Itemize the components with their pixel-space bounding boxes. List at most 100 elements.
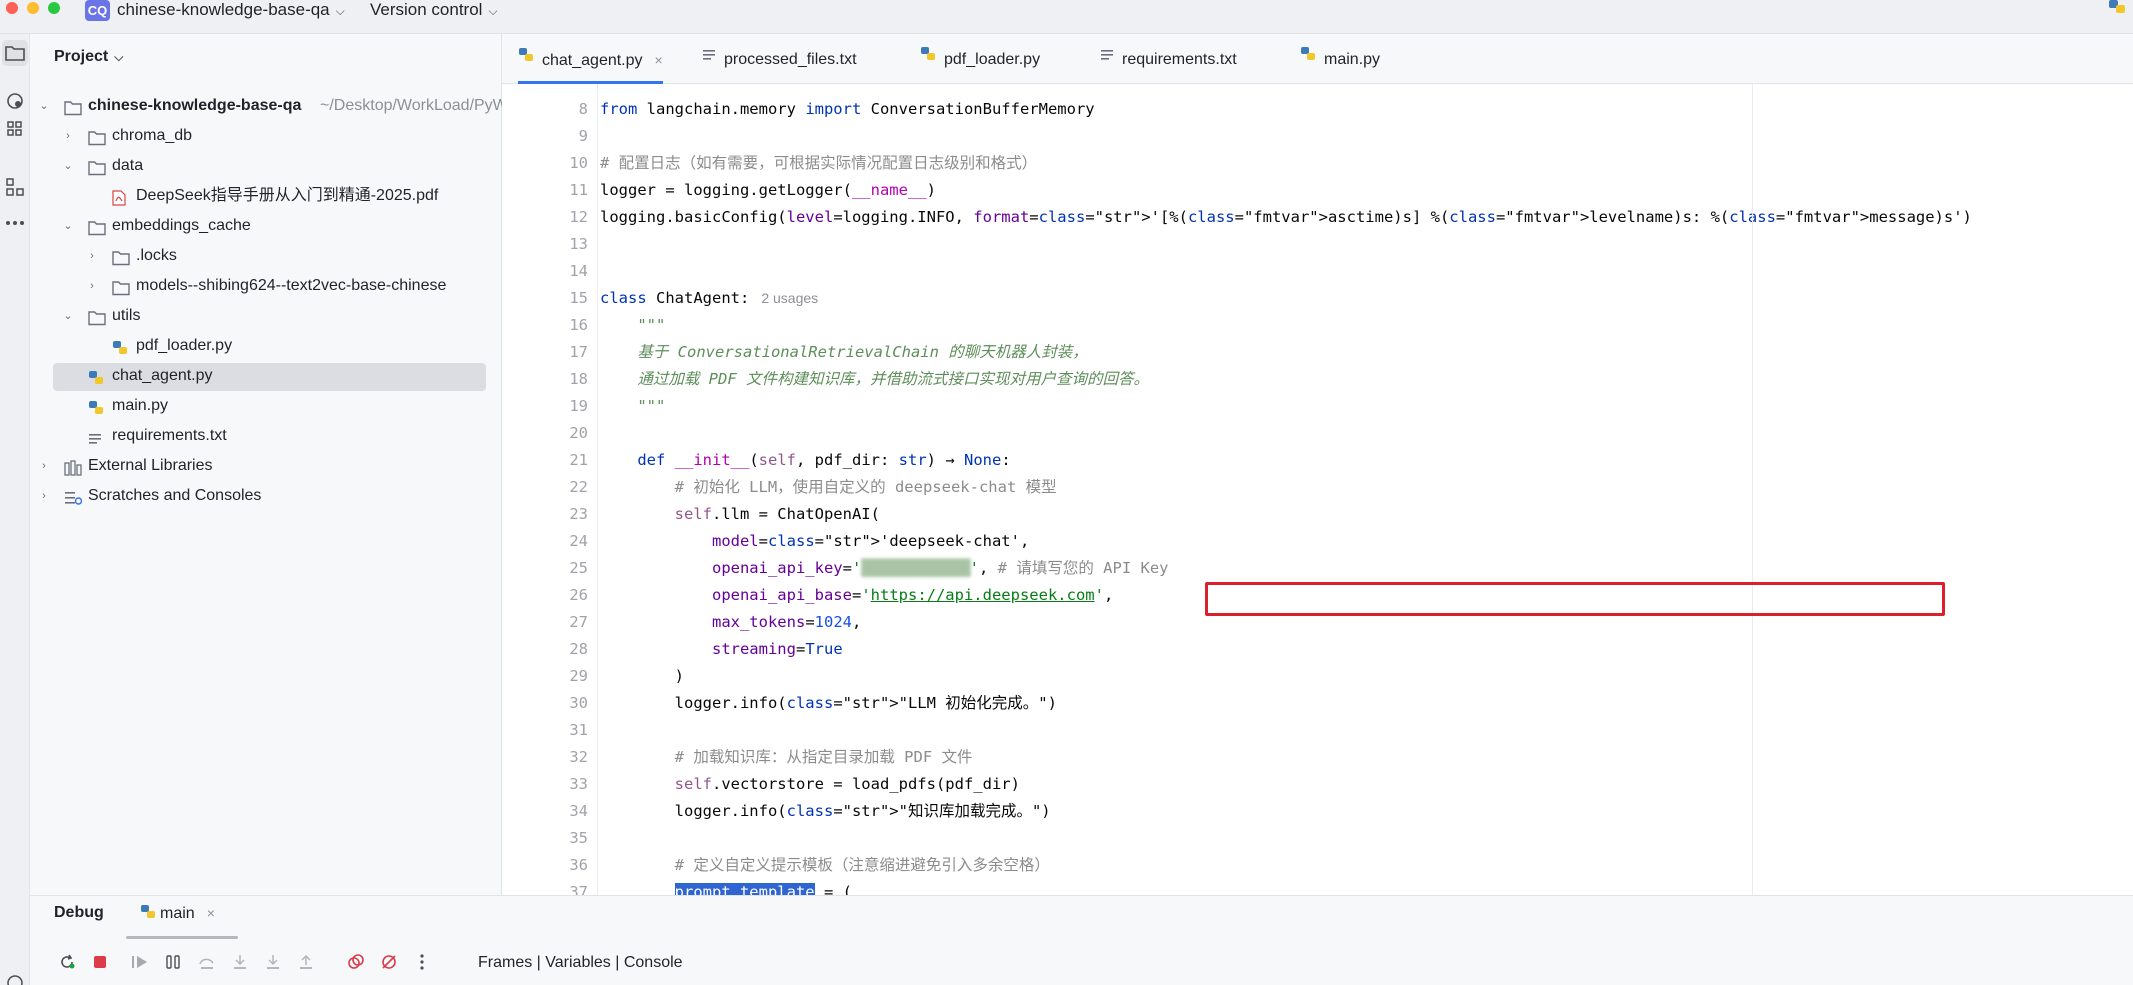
chevron-right-icon[interactable]: ›	[85, 242, 99, 270]
tree-item[interactable]: DeepSeek指导手册从入门到精通-2025.pdf	[30, 182, 502, 210]
code-line[interactable]: 8 from langchain.memory import Conversati…	[502, 96, 2133, 123]
resume-icon[interactable]	[129, 951, 151, 973]
code-line[interactable]: 33 self.vectorstore = load_pdfs(pdf_dir)	[502, 771, 2133, 798]
code-line[interactable]: 34 logger.info(class="str">"知识库加载完成。")	[502, 798, 2133, 825]
code-line[interactable]: 22 # 初始化 LLM，使用自定义的 deepseek-chat 模型	[502, 474, 2133, 501]
debug-tab-close-icon[interactable]: ×	[207, 905, 215, 921]
code-line[interactable]: 15 class ChatAgent: 2 usages	[502, 285, 2133, 312]
close-window-button[interactable]	[6, 2, 18, 14]
folder-icon	[64, 98, 82, 116]
tool-window-bar	[0, 34, 30, 985]
code-text: streaming=True	[711, 640, 843, 658]
tree-item[interactable]: requirements.txt	[30, 422, 502, 450]
stop-icon[interactable]	[89, 951, 111, 973]
debug-tab-main[interactable]: main ×	[140, 902, 215, 935]
code-line[interactable]: 23 self.llm = ChatOpenAI(	[502, 501, 2133, 528]
project-panel: Project ⌵ ⌄ chinese-knowledge-base-qa ~/Des…	[30, 34, 508, 895]
code-line[interactable]: 32 # 加载知识库：从指定目录加载 PDF 文件	[502, 744, 2133, 771]
tree-item-label: Scratches and Consoles	[88, 487, 262, 504]
code-text: 通过加载 PDF 文件构建知识库，并借助流式接口实现对用户查询的回答。	[600, 370, 1149, 388]
code-line[interactable]: 13	[502, 231, 2133, 258]
rerun-icon[interactable]	[56, 951, 78, 973]
code-line[interactable]: 18 通过加载 PDF 文件构建知识库，并借助流式接口实现对用户查询的回答。	[502, 366, 2133, 393]
project-panel-header[interactable]: Project ⌵	[54, 48, 123, 66]
chevron-down-icon[interactable]: ⌄	[61, 212, 75, 240]
python-packages-icon[interactable]	[2, 88, 28, 114]
usages-inlay-hint[interactable]: 2 usages	[761, 290, 818, 306]
folder-icon	[88, 158, 106, 176]
chevron-right-icon[interactable]: ›	[37, 452, 51, 480]
code-text: self.llm = ChatOpenAI(	[674, 505, 880, 523]
minimize-window-button[interactable]	[27, 2, 39, 14]
force-step-into-icon[interactable]	[262, 951, 284, 973]
tree-item[interactable]: chat_agent.py	[30, 362, 502, 391]
chevron-down-icon[interactable]: ⌄	[61, 152, 75, 180]
tree-item[interactable]: ⌄ embeddings_cache	[30, 212, 502, 240]
code-line[interactable]: 17 基于 ConversationalRetrievalChain 的聊天机器…	[502, 339, 2133, 366]
code-line[interactable]: 30 logger.info(class="str">"LLM 初始化完成。")	[502, 690, 2133, 717]
code-line[interactable]: 31	[502, 717, 2133, 744]
code-line[interactable]: 25 openai_api_key='█████████████', # 请填写…	[502, 555, 2133, 582]
code-line[interactable]: 35	[502, 825, 2133, 852]
code-line[interactable]: 37 prompt_template = (	[502, 879, 2133, 895]
python-icon	[141, 905, 155, 919]
code-text: class ChatAgent: 2 usages	[600, 289, 819, 307]
chevron-right-icon[interactable]: ›	[37, 482, 51, 510]
mute-breakpoints-icon[interactable]	[378, 951, 400, 973]
step-over-icon[interactable]	[196, 951, 218, 973]
code-line[interactable]: 28 streaming=True	[502, 636, 2133, 663]
chevron-right-icon[interactable]: ›	[61, 122, 75, 150]
code-line[interactable]: 24 model=class="str">'deepseek-chat',	[502, 528, 2133, 555]
text-file-icon	[88, 428, 106, 444]
tree-item-label: requirements.txt	[112, 427, 227, 444]
tree-item[interactable]: ⌄ utils	[30, 302, 502, 330]
code-line[interactable]: 20	[502, 420, 2133, 447]
more-tools-icon[interactable]	[2, 116, 28, 142]
python-file-icon	[88, 368, 106, 384]
tree-item-label: chroma_db	[112, 127, 193, 144]
chevron-right-icon[interactable]: ›	[85, 272, 99, 300]
tree-item[interactable]: › External Libraries	[30, 452, 502, 480]
more-options-icon[interactable]	[2, 210, 28, 236]
code-text: # 配置日志（如有需要，可根据实际情况配置日志级别和格式）	[600, 154, 1038, 172]
debug-views-switcher[interactable]: Frames | Variables | Console	[478, 954, 683, 972]
notifications-icon[interactable]	[2, 970, 28, 985]
code-line[interactable]: 9	[502, 123, 2133, 150]
tree-item[interactable]: › models--shibing624--text2vec-base-chine…	[30, 272, 502, 300]
project-badge[interactable]: CQ	[85, 0, 110, 21]
structure-icon[interactable]	[2, 174, 28, 200]
more-debug-options-icon[interactable]	[411, 951, 433, 973]
tree-item[interactable]: ⌄ chinese-knowledge-base-qa ~/Desktop/Work…	[30, 92, 508, 120]
zoom-window-button[interactable]	[48, 2, 60, 14]
tree-item[interactable]: main.py	[30, 392, 502, 420]
code-line[interactable]: 12 logging.basicConfig(level=logging.INFO…	[502, 204, 2133, 231]
pause-icon[interactable]	[162, 951, 184, 973]
code-line[interactable]: 10 # 配置日志（如有需要，可根据实际情况配置日志级别和格式）	[502, 150, 2133, 177]
step-into-icon[interactable]	[229, 951, 251, 973]
tree-item[interactable]: pdf_loader.py	[30, 332, 502, 360]
code-line[interactable]: 11 logger = logging.getLogger(__name__)	[502, 177, 2133, 204]
tree-item[interactable]: › Scratches and Consoles	[30, 482, 502, 510]
tree-item-label: chat_agent.py	[112, 367, 213, 384]
code-line[interactable]: 19 """	[502, 393, 2133, 420]
tree-item[interactable]: › .locks	[30, 242, 502, 270]
code-line[interactable]: 16 """	[502, 312, 2133, 339]
pdf-file-icon	[112, 188, 130, 206]
python-file-icon	[88, 398, 106, 414]
chevron-down-icon[interactable]: ⌄	[61, 302, 75, 330]
project-folder-icon[interactable]	[2, 40, 28, 66]
tree-item-label: pdf_loader.py	[136, 337, 233, 354]
project-switcher[interactable]: chinese-knowledge-base-qa ⌵	[117, 0, 345, 21]
code-text: 基于 ConversationalRetrievalChain 的聊天机器人封装…	[600, 343, 1088, 361]
code-area[interactable]: 8 from langchain.memory import Conversati…	[502, 34, 2133, 895]
code-line[interactable]: 21 def __init__(self, pdf_dir: str) → No…	[502, 447, 2133, 474]
chevron-down-icon[interactable]: ⌄	[37, 92, 51, 120]
tree-item[interactable]: ⌄ data	[30, 152, 502, 180]
step-out-icon[interactable]	[295, 951, 317, 973]
view-breakpoints-icon[interactable]	[345, 951, 367, 973]
version-control-menu[interactable]: Version control ⌵	[370, 0, 498, 21]
code-line[interactable]: 29 )	[502, 663, 2133, 690]
code-line[interactable]: 36 # 定义自定义提示模板（注意缩进避免引入多余空格）	[502, 852, 2133, 879]
code-line[interactable]: 14	[502, 258, 2133, 285]
tree-item[interactable]: › chroma_db	[30, 122, 502, 150]
